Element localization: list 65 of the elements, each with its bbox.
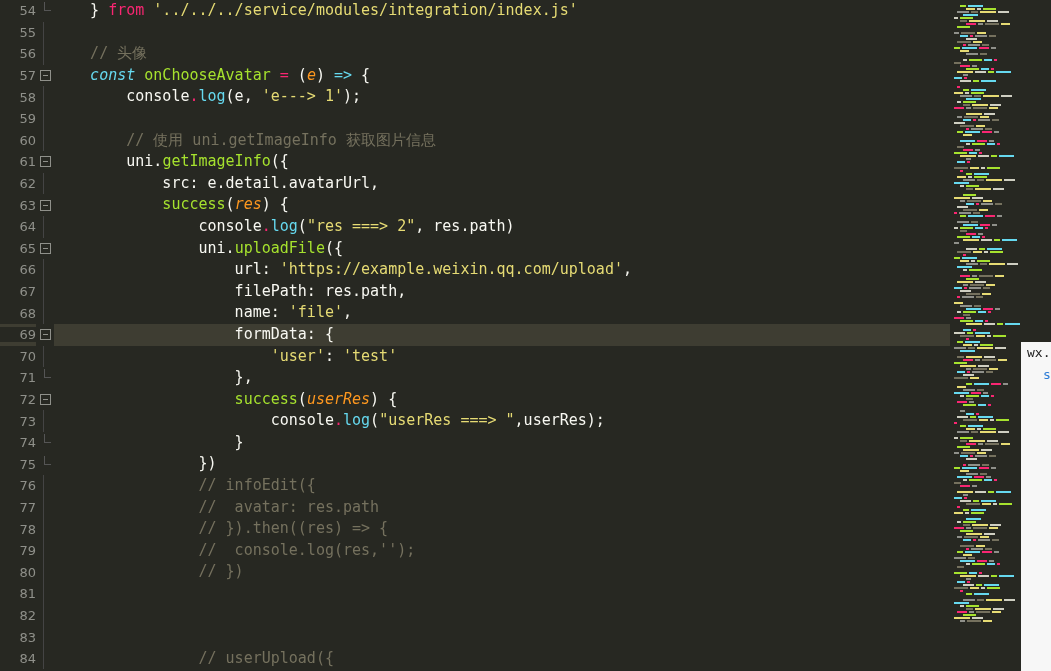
collapse-icon[interactable] bbox=[39, 394, 51, 405]
line-number: 69 bbox=[0, 327, 36, 343]
line-number: 82 bbox=[18, 607, 36, 623]
code-line: formData: { bbox=[233, 323, 334, 345]
line-number: 71 bbox=[18, 370, 36, 386]
code-line: const onChooseAvatar = (e) => { bbox=[89, 64, 371, 86]
line-number: 75 bbox=[18, 456, 36, 472]
collapse-icon[interactable] bbox=[39, 70, 51, 82]
code-line: } from '../../../service/modules/integration/index.js' bbox=[89, 0, 578, 21]
line-number: 61 bbox=[18, 154, 36, 170]
code-line: // 使用 uni.getImageInfo 获取图片信息 bbox=[125, 129, 436, 151]
line-number: 72 bbox=[18, 392, 36, 407]
code-line: // userUpload({ bbox=[197, 647, 334, 669]
line-number: 76 bbox=[18, 478, 36, 494]
code-line: } bbox=[233, 431, 244, 453]
code-line: }, bbox=[233, 367, 253, 389]
line-number: 79 bbox=[18, 543, 36, 559]
typed-text: wx. bbox=[1026, 344, 1051, 362]
line-number: 58 bbox=[18, 89, 36, 105]
line-number: 60 bbox=[18, 132, 36, 148]
code-line: success(userRes) { bbox=[233, 388, 398, 410]
code-line: uni.getImageInfo({ bbox=[125, 151, 289, 173]
line-number: 78 bbox=[18, 521, 36, 537]
line-number: 67 bbox=[18, 284, 36, 299]
suggestion-item[interactable]: s bbox=[1021, 364, 1051, 386]
code-line: console.log("userRes ===> ",userRes); bbox=[269, 410, 605, 432]
line-number: 65 bbox=[18, 240, 36, 256]
line-number: 74 bbox=[18, 435, 36, 451]
code-line: // 头像 bbox=[89, 43, 148, 65]
code-line: // }).then((res) => { bbox=[197, 518, 389, 540]
line-number: 54 bbox=[18, 3, 36, 19]
line-number: 59 bbox=[18, 111, 36, 127]
code-line: uni.uploadFile({ bbox=[197, 237, 343, 259]
line-number: 77 bbox=[18, 499, 36, 515]
code-line: // console.log(res,''); bbox=[197, 539, 416, 561]
collapse-icon[interactable] bbox=[39, 329, 51, 341]
line-number: 80 bbox=[18, 564, 36, 580]
line-number: 55 bbox=[18, 24, 36, 40]
line-number: 73 bbox=[18, 413, 36, 429]
code-line: success(res) { bbox=[161, 194, 289, 216]
line-number: 70 bbox=[18, 348, 36, 364]
code-line: console.log("res ===> 2", res.path) bbox=[197, 215, 515, 237]
line-number: 62 bbox=[18, 176, 36, 192]
code-line: // }) bbox=[197, 561, 244, 583]
line-number: 56 bbox=[18, 46, 36, 62]
code-line: name: 'file', bbox=[233, 302, 353, 324]
line-number: 68 bbox=[18, 305, 36, 321]
code-line: }) bbox=[197, 453, 217, 475]
line-number: 64 bbox=[18, 219, 36, 235]
line-number: 63 bbox=[18, 197, 36, 213]
code-line: console.log(e, 'e---> 1'); bbox=[125, 86, 362, 108]
code-line: 'user': 'test' bbox=[269, 345, 398, 367]
collapse-icon[interactable] bbox=[39, 156, 51, 168]
code-line: // avatar: res.path bbox=[197, 496, 380, 518]
code-line: src: e.detail.avatarUrl, bbox=[161, 172, 380, 194]
collapse-icon[interactable] bbox=[39, 199, 51, 211]
line-number: 57 bbox=[18, 68, 36, 84]
line-number: 84 bbox=[18, 651, 36, 667]
code-line: filePath: res.path, bbox=[233, 280, 407, 302]
code-line: url: 'https://example.weixin.qq.com/upload', bbox=[233, 259, 632, 281]
collapse-icon[interactable] bbox=[39, 242, 51, 254]
code-line: // infoEdit({ bbox=[197, 475, 316, 497]
line-number: 66 bbox=[18, 262, 36, 278]
line-number: 83 bbox=[18, 629, 36, 645]
line-number: 81 bbox=[18, 586, 36, 602]
